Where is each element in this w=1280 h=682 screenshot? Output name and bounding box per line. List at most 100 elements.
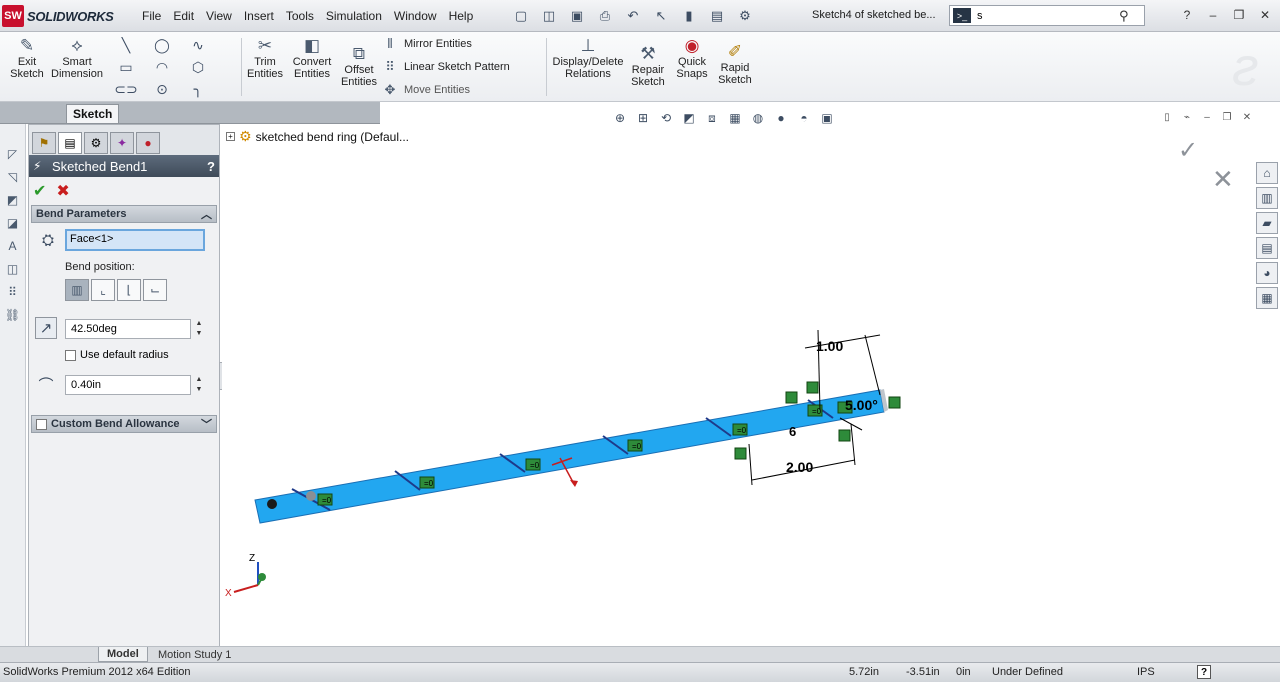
rapid-sketch-button[interactable]: ✐ Rapid Sketch [714,42,756,86]
section-view-icon[interactable]: ◩ [679,109,699,127]
point-icon[interactable]: ⊙ [144,78,180,100]
file-explorer-icon[interactable]: ▰ [1256,212,1278,234]
menu-file[interactable]: File [136,7,167,25]
dimxpert-tab-icon[interactable]: ✦ [110,132,134,154]
menu-tools[interactable]: Tools [280,7,320,25]
trim-entities-button[interactable]: ✂ Trim Entities [244,36,286,80]
minimize-icon[interactable]: – [1202,5,1224,25]
spin-up-icon[interactable]: ▲ [193,375,205,385]
fillet-icon[interactable]: ╮ [180,78,216,100]
sketch-tool-icon[interactable]: A [3,236,23,256]
open-icon[interactable]: ◫ [536,5,562,27]
spin-down-icon[interactable]: ▼ [193,385,205,395]
display-manager-tab-icon[interactable]: ● [136,132,160,154]
status-units[interactable]: IPS [1137,666,1155,678]
options-icon[interactable]: ⚙ [732,5,758,27]
tab-evaluate[interactable] [124,104,196,123]
previous-view-icon[interactable]: ⟲ [656,109,676,127]
sketch-tool-icon[interactable]: ⛓ [3,305,23,325]
search-input[interactable] [977,7,1117,24]
restore-icon[interactable]: ❐ [1228,5,1250,25]
bend-parameters-header[interactable]: Bend Parameters ︿ [31,205,217,223]
hide-show-icon[interactable]: ◍ [748,109,768,127]
configuration-manager-tab-icon[interactable]: ⚙ [84,132,108,154]
polygon-icon[interactable]: ⬡ [180,56,216,78]
viewport-minimize-icon[interactable]: – [1200,110,1214,124]
viewport-restore-icon[interactable]: ❐ [1220,110,1234,124]
tab-office-products[interactable] [300,104,374,123]
edit-appearance-icon[interactable]: ● [771,109,791,127]
menu-help[interactable]: Help [443,7,480,25]
sketch-tool-icon[interactable]: ◩ [3,190,23,210]
display-delete-relations-button[interactable]: ⊥ Display/Delete Relations [550,36,626,80]
save-icon[interactable]: ▣ [564,5,590,27]
zoom-to-fit-icon[interactable]: ⊕ [610,109,630,127]
solidworks-logo[interactable]: SW SOLIDWORKS [2,4,124,28]
tab-sketch[interactable]: Sketch [66,104,120,123]
line-icon[interactable]: ╲ [108,34,144,56]
custom-bend-checkbox[interactable] [36,418,47,430]
resources-home-icon[interactable]: ⌂ [1256,162,1278,184]
property-manager-tab-icon[interactable]: ▤ [58,132,82,154]
undo-icon[interactable]: ↶ [620,5,646,27]
slot-icon[interactable]: ⊂⊃ [108,78,144,100]
quick-snaps-button[interactable]: ◉ Quick Snaps [672,36,712,80]
view-settings-icon[interactable]: ▣ [817,109,837,127]
tab-motion-study-1[interactable]: Motion Study 1 [150,647,239,662]
spin-up-icon[interactable]: ▲ [193,319,205,329]
sketch-tool-icon[interactable]: ◹ [3,167,23,187]
new-document-icon[interactable]: ▢ [508,5,534,27]
bend-angle-icon[interactable]: ↗ [35,317,57,339]
angle-spinner[interactable]: ▲ ▼ [193,319,205,339]
command-search-icon[interactable]: >_ [953,8,971,23]
expand-plus-icon[interactable]: + [226,132,235,141]
menu-edit[interactable]: Edit [167,7,200,25]
use-default-radius-checkbox[interactable]: Use default radius [65,349,169,361]
print-icon[interactable]: ⎙ [592,5,618,27]
move-entities-button[interactable]: ✥ Move Entities [382,82,510,98]
confirmation-cancel-icon[interactable]: ✕ [1212,164,1234,195]
view-orientation-icon[interactable]: ⧈ [702,109,722,127]
search-icon[interactable]: ⚲ [1119,8,1129,24]
exit-sketch-button[interactable]: ✎ Exit Sketch [6,36,48,80]
appearances-icon[interactable]: ◕ [1256,262,1278,284]
sketch-tool-icon[interactable]: ◫ [3,259,23,279]
sketch-tool-icon[interactable]: ⠿ [3,282,23,302]
close-icon[interactable]: ✕ [1254,5,1276,25]
material-inside-icon[interactable]: ⌞ [91,279,115,301]
status-help-icon[interactable]: ? [1197,665,1211,679]
bend-outside-icon[interactable]: ⌙ [143,279,167,301]
tab-model[interactable]: Model [98,647,148,662]
pm-help-button[interactable]: ? [207,159,215,174]
file-properties-icon[interactable]: ▤ [704,5,730,27]
circle-icon[interactable]: ◯ [144,34,180,56]
smart-dimension-button[interactable]: ⟡ Smart Dimension [50,36,104,80]
sketch-tool-icon[interactable]: ◸ [3,144,23,164]
menu-window[interactable]: Window [388,7,443,25]
view-palette-icon[interactable]: ▤ [1256,237,1278,259]
display-style-icon[interactable]: ▦ [725,109,745,127]
rectangle-icon[interactable]: ▭ [108,56,144,78]
ok-check-icon[interactable]: ✔ [33,181,46,201]
linear-sketch-pattern-button[interactable]: ⠿ Linear Sketch Pattern [382,59,510,75]
spline-icon[interactable]: ∿ [180,34,216,56]
tab-dimxpert[interactable] [198,104,298,123]
radius-spinner[interactable]: ▲ ▼ [193,375,205,395]
bend-angle-input[interactable]: 42.50deg [65,319,191,339]
viewport-close-icon[interactable]: ✕ [1240,110,1254,124]
fixed-face-field[interactable]: Face<1> [65,229,205,251]
rebuild-icon[interactable]: ▮ [676,5,702,27]
menu-simulation[interactable]: Simulation [320,7,388,25]
viewport-link-icon[interactable]: ⌁ [1180,110,1194,124]
convert-entities-button[interactable]: ◧ Convert Entities [288,36,336,80]
checkbox-box[interactable] [65,349,76,361]
viewport-split-icon[interactable]: ▯ [1160,110,1174,124]
sketch-tool-icon[interactable]: ◪ [3,213,23,233]
menu-insert[interactable]: Insert [238,7,280,25]
cancel-x-icon[interactable]: ✖ [56,181,69,201]
menu-view[interactable]: View [200,7,238,25]
confirmation-ok-icon[interactable]: ✓ [1178,136,1198,165]
repair-sketch-button[interactable]: ⚒ Repair Sketch [628,44,668,88]
feature-tree-flyout[interactable]: + ⚙ sketched bend ring (Defaul... [226,128,409,145]
help-icon[interactable]: ? [1176,5,1198,25]
